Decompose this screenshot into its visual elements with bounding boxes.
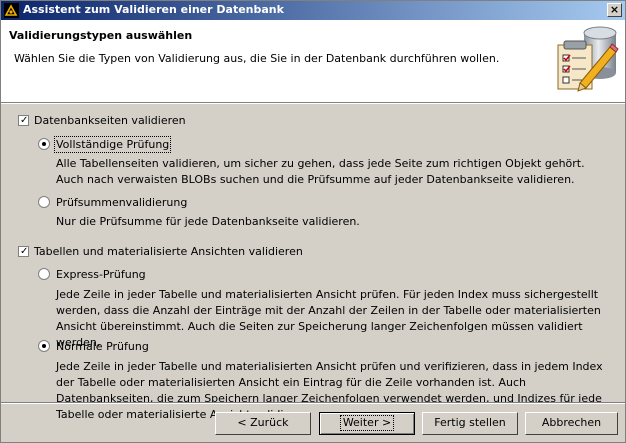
page-title: Validierungstypen auswählen <box>9 29 193 42</box>
cancel-button[interactable]: Abbrechen <box>525 412 618 435</box>
express-check-label[interactable]: Express-Prüfung <box>56 268 146 281</box>
full-check-description: Alle Tabellenseiten validieren, um siche… <box>56 157 585 186</box>
database-checklist-icon <box>557 26 619 92</box>
full-check-radio[interactable] <box>38 138 50 150</box>
express-check-radio[interactable] <box>38 268 50 280</box>
sybase-app-icon <box>4 3 19 18</box>
next-button[interactable]: Weiter > <box>319 412 415 435</box>
validate-tables-label[interactable]: Tabellen und materialisierte Ansichten v… <box>34 245 303 258</box>
normal-check-radio[interactable] <box>38 340 50 352</box>
checkmark-icon: ✓ <box>20 115 29 126</box>
page-description: Wählen Sie die Typen von Validierung aus… <box>14 52 500 65</box>
finish-button-label: Fertig stellen <box>434 416 506 429</box>
footer-divider <box>1 402 625 404</box>
radio-selected-dot <box>42 142 46 146</box>
normal-check-label[interactable]: Normale Prüfung <box>56 340 149 353</box>
close-icon: × <box>609 3 620 16</box>
window-title: Assistent zum Validieren einer Datenbank <box>23 3 284 16</box>
radio-selected-dot <box>42 344 46 348</box>
full-check-label[interactable]: Vollständige Prüfung <box>53 136 172 153</box>
cancel-button-label: Abbrechen <box>541 416 602 429</box>
validate-tables-checkbox[interactable]: ✓ <box>18 246 29 257</box>
checksum-description: Nur die Prüfsumme für jede Datenbankseit… <box>56 215 360 228</box>
next-button-label: Weiter > <box>339 415 395 431</box>
wizard-header: Validierungstypen auswählen Wählen Sie d… <box>1 20 625 102</box>
header-divider <box>1 102 625 104</box>
validate-pages-checkbox[interactable]: ✓ <box>18 115 29 126</box>
checksum-radio[interactable] <box>38 196 50 208</box>
checksum-label[interactable]: Prüfsummenvalidierung <box>56 196 187 209</box>
checkmark-icon: ✓ <box>20 246 29 257</box>
title-bar[interactable]: Assistent zum Validieren einer Datenbank… <box>1 1 625 20</box>
wizard-window: Assistent zum Validieren einer Datenbank… <box>0 0 626 443</box>
back-button-label: < Zurück <box>237 416 289 429</box>
back-button[interactable]: < Zurück <box>215 412 311 435</box>
validate-pages-label[interactable]: Datenbankseiten validieren <box>34 114 186 127</box>
finish-button[interactable]: Fertig stellen <box>422 412 518 435</box>
close-button[interactable]: × <box>607 3 622 17</box>
